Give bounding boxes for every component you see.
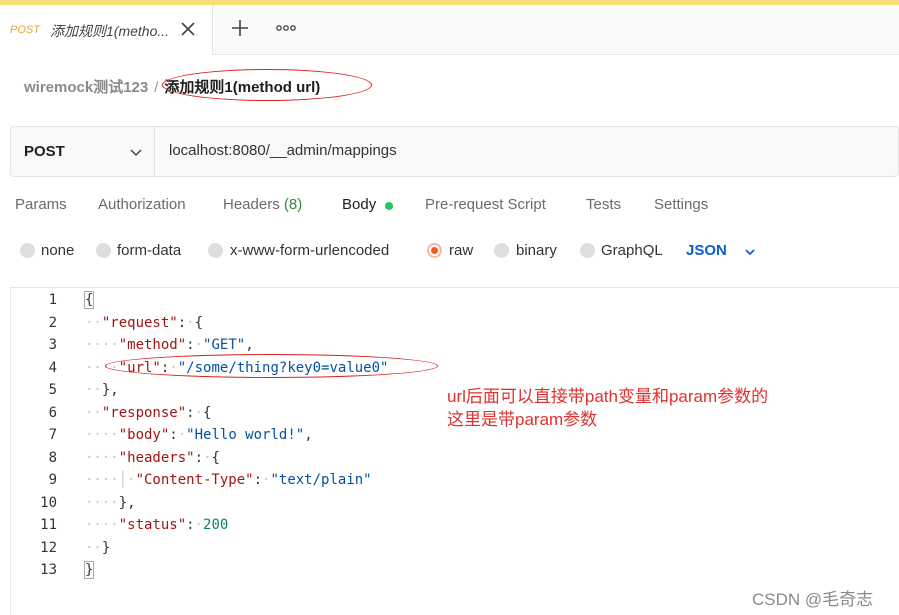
radio-form-data[interactable] [96,243,111,258]
tab-headers[interactable]: Headers (8) [223,196,302,213]
line-number: 5 [48,382,57,398]
line-number: 1 [48,292,57,308]
watermark: CSDN @毛奇志 [752,590,874,609]
line-number: 6 [48,405,57,421]
tab-method: POST [10,24,40,36]
code-line: ··} [85,540,111,556]
tab-params[interactable]: Params [15,196,67,213]
plus-icon[interactable] [229,17,251,39]
close-icon[interactable] [178,19,198,39]
chevron-down-icon[interactable] [744,246,756,258]
code-line: ··}, [85,382,119,398]
tab-authorization[interactable]: Authorization [98,196,186,213]
code-line: } [83,561,95,579]
line-number-gutter: 1 2 3 4 5 6 7 8 9 10 11 12 13 [11,288,81,615]
annotation-oval-url [105,354,438,378]
method-label: POST [24,143,65,160]
tab-bar: POST 添加规则1(metho... [0,5,899,55]
radio-none[interactable] [20,243,35,258]
radio-raw-label[interactable]: raw [449,242,473,259]
tab-settings[interactable]: Settings [654,196,708,213]
code-line: ····"status":·200 [85,517,229,533]
more-icon[interactable] [274,20,298,36]
radio-urlencoded[interactable] [208,243,223,258]
breadcrumb-collection[interactable]: wiremock测试123 [24,79,148,96]
line-number: 2 [48,315,57,331]
annotation-line-1: url后面可以直接带path变量和param参数的 [447,387,769,406]
radio-binary[interactable] [494,243,509,258]
line-number: 7 [48,427,57,443]
request-tab[interactable]: POST 添加规则1(metho... [0,5,213,55]
tab-body[interactable]: Body [342,196,376,213]
headers-count: (8) [283,196,303,213]
radio-graphql[interactable] [580,243,595,258]
code-line: ····│·"Content-Type":·"text/plain" [85,472,372,488]
tab-title: 添加规则1(metho... [50,23,170,39]
radio-none-label[interactable]: none [41,242,74,259]
tab-headers-label: Headers [223,196,280,213]
body-active-dot [385,202,393,210]
chevron-down-icon [130,149,142,157]
radio-urlencoded-label[interactable]: x-www-form-urlencoded [230,242,389,259]
line-number: 12 [40,540,57,556]
line-number: 11 [40,517,57,533]
annotation-oval-title [162,69,372,101]
code-line: ··"request":·{ [85,315,204,331]
tab-pre-request-script[interactable]: Pre-request Script [425,196,546,213]
url-input[interactable] [169,142,869,159]
radio-graphql-label[interactable]: GraphQL [601,242,663,259]
radio-binary-label[interactable]: binary [516,242,557,259]
code-editor[interactable]: 1 2 3 4 5 6 7 8 9 10 11 12 13 { ··"reque… [10,287,899,615]
code-line: ····}, [85,495,136,511]
line-number: 10 [40,495,57,511]
code-line: ····"body":·"Hello world!", [85,427,313,443]
annotation-text: url后面可以直接带path变量和param参数的 这里是带param参数 [447,385,768,431]
format-select[interactable]: JSON [686,242,727,259]
code-line: ····"method":·"GET", [85,337,254,353]
line-number: 4 [48,360,57,376]
request-bar: POST [10,126,899,177]
code-line: ··"response":·{ [85,405,212,421]
code-line: ····"headers":·{ [85,450,220,466]
code-line: { [83,291,95,309]
line-number: 3 [48,337,57,353]
breadcrumb-separator: / [154,79,159,96]
radio-form-data-label[interactable]: form-data [117,242,181,259]
radio-raw[interactable] [427,243,442,258]
line-number: 13 [40,562,57,578]
tab-tests[interactable]: Tests [586,196,621,213]
annotation-line-2: 这里是带param参数 [447,410,598,429]
line-number: 8 [48,450,57,466]
line-number: 9 [48,472,57,488]
method-select[interactable]: POST [11,127,155,176]
